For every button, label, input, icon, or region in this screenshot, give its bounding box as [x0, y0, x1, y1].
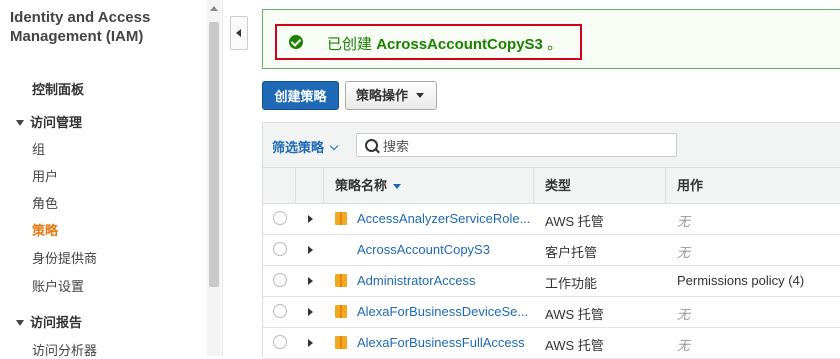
- sidebar-item-identity-providers[interactable]: 身份提供商: [32, 248, 97, 267]
- filter-bar: 筛选策略: [263, 123, 840, 168]
- row-select-radio[interactable]: [273, 211, 287, 225]
- column-header-policy-name[interactable]: 策略名称: [335, 168, 402, 203]
- column-header-label: 策略名称: [335, 178, 388, 193]
- chevron-left-icon: [236, 29, 241, 37]
- notification-highlight-box: 已创建 AcrossAccountCopyS3 。: [275, 24, 582, 60]
- main-content: 已创建 AcrossAccountCopyS3 。 创建策略 策略操作 筛选策略…: [262, 0, 840, 359]
- sidebar-item-account-settings[interactable]: 账户设置: [32, 276, 84, 295]
- policy-name-link[interactable]: AdministratorAccess: [357, 273, 475, 288]
- scrollbar-thumb[interactable]: [209, 22, 219, 287]
- expand-row-icon[interactable]: [308, 215, 313, 223]
- column-divider: [533, 168, 534, 203]
- expand-row-icon[interactable]: [308, 277, 313, 285]
- notification-message: 已创建 AcrossAccountCopyS3 。: [327, 33, 562, 54]
- policy-actions-label: 策略操作: [356, 88, 409, 103]
- policy-name-link[interactable]: AcrossAccountCopyS3: [357, 242, 490, 257]
- expand-row-icon[interactable]: [308, 246, 313, 254]
- notification-prefix: 已创建: [327, 36, 373, 53]
- policy-actions-button[interactable]: 策略操作: [345, 81, 437, 110]
- table-header: 策略名称 类型 用作: [263, 168, 840, 204]
- scroll-up-arrow-icon[interactable]: [210, 6, 218, 11]
- row-select-radio[interactable]: [273, 335, 287, 349]
- collapse-triangle-icon: [16, 319, 24, 326]
- sidebar: Identity and Access Management (IAM) 控制面…: [0, 0, 223, 359]
- expand-row-icon[interactable]: [308, 339, 313, 347]
- sidebar-section-access-reports[interactable]: 访问报告: [16, 312, 82, 331]
- sidebar-item-policies[interactable]: 策略: [32, 220, 58, 239]
- table-row[interactable]: AccessAnalyzerServiceRole... AWS 托管 无: [263, 204, 840, 235]
- sidebar-item-users[interactable]: 用户: [32, 166, 58, 185]
- policy-type: AWS 托管: [545, 214, 604, 229]
- row-select-radio[interactable]: [273, 304, 287, 318]
- sidebar-scrollbar[interactable]: [207, 0, 221, 356]
- aws-managed-policy-icon: [335, 212, 347, 225]
- collapse-triangle-icon: [16, 119, 24, 126]
- column-divider: [295, 168, 296, 203]
- notification-suffix: 。: [547, 36, 563, 53]
- filter-policies-label: 筛选策略: [272, 140, 325, 155]
- chevron-down-icon: [329, 141, 339, 151]
- column-header-used-as[interactable]: 用作: [677, 168, 703, 203]
- caret-down-icon: [416, 93, 424, 98]
- policy-used-as: Permissions policy (4): [677, 273, 805, 288]
- row-select-radio[interactable]: [273, 273, 287, 287]
- policy-used-as: 无: [677, 215, 691, 230]
- filter-policies-dropdown[interactable]: 筛选策略: [272, 137, 339, 156]
- collapse-sidebar-button[interactable]: [230, 16, 248, 50]
- policy-type: AWS 托管: [545, 338, 604, 353]
- policy-name-link[interactable]: AlexaForBusinessFullAccess: [357, 335, 525, 350]
- sidebar-section-label: 访问管理: [30, 115, 83, 130]
- aws-managed-policy-icon: [335, 274, 347, 287]
- table-row[interactable]: AdministratorAccess 工作功能 Permissions pol…: [263, 266, 840, 297]
- aws-managed-policy-icon: [335, 305, 347, 318]
- policies-table-panel: 筛选策略 策略名称 类型 用作 AccessAnalyzerServiceRol…: [262, 122, 840, 359]
- table-row[interactable]: AcrossAccountCopyS3 客户托管 无: [263, 235, 840, 266]
- column-divider: [323, 168, 324, 203]
- create-policy-button[interactable]: 创建策略: [262, 81, 339, 110]
- sidebar-item-groups[interactable]: 组: [32, 139, 45, 158]
- sidebar-title: Identity and Access Management (IAM): [10, 9, 151, 45]
- sort-descending-icon: [393, 184, 402, 190]
- policy-name-link[interactable]: AccessAnalyzerServiceRole...: [357, 211, 530, 226]
- sidebar-section-access-management[interactable]: 访问管理: [16, 112, 82, 131]
- check-circle-icon: [289, 35, 303, 49]
- row-select-radio[interactable]: [273, 242, 287, 256]
- policy-used-as: 无: [677, 246, 691, 261]
- aws-managed-policy-icon: [335, 336, 347, 349]
- success-notification: 已创建 AcrossAccountCopyS3 。: [262, 9, 840, 69]
- table-row[interactable]: AlexaForBusinessFullAccess AWS 托管 无: [263, 328, 840, 359]
- search-box[interactable]: [356, 133, 677, 157]
- table-row[interactable]: AlexaForBusinessDeviceSe... AWS 托管 无: [263, 297, 840, 328]
- expand-row-icon[interactable]: [308, 308, 313, 316]
- policy-name-link[interactable]: AlexaForBusinessDeviceSe...: [357, 304, 528, 319]
- sidebar-item-dashboard[interactable]: 控制面板: [32, 79, 84, 98]
- column-divider: [665, 168, 666, 203]
- search-icon: [365, 139, 378, 152]
- policy-type: 客户托管: [545, 245, 598, 260]
- sidebar-section-label: 访问报告: [30, 315, 83, 330]
- policy-used-as: 无: [677, 308, 691, 323]
- policy-type: 工作功能: [545, 276, 598, 291]
- sidebar-item-access-analyzer[interactable]: 访问分析器: [32, 340, 97, 359]
- policy-used-as: 无: [677, 339, 691, 354]
- notification-policy-name: AcrossAccountCopyS3: [376, 36, 543, 53]
- sidebar-item-roles[interactable]: 角色: [32, 193, 58, 212]
- column-header-type[interactable]: 类型: [545, 168, 571, 203]
- search-input[interactable]: [381, 136, 665, 156]
- policy-type: AWS 托管: [545, 307, 604, 322]
